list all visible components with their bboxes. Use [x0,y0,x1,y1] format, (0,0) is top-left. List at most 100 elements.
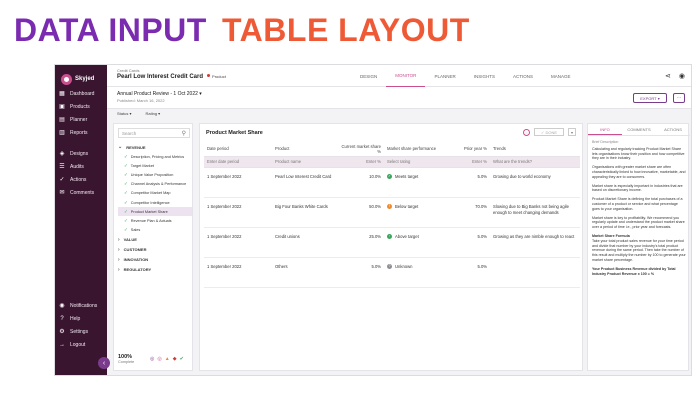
status-circle-icon[interactable]: ◌ [523,128,530,136]
export-label: EXPORT [640,95,657,101]
table-row[interactable]: 1 September 2022 Credit unions 25.0% ↑ Ab… [204,227,580,258]
logout-icon: → [59,341,65,348]
tab-comments[interactable]: COMMENTS [622,124,656,135]
sidebar-item-comments[interactable]: ✉ Comments [59,186,107,199]
cell-date: 1 September 2022 [204,227,272,258]
cell-prior: 5.0% [450,227,490,258]
tab-monitor[interactable]: MONITOR [386,65,426,87]
sidebar-item-actions[interactable]: ✓ Actions [59,173,107,186]
cell-performance: ↑ Above target [384,227,450,258]
info-paragraph: Product Market Share is defining the tot… [592,197,683,211]
check-icon: ✔ [179,356,184,362]
more-options-button[interactable]: ⋯ [673,93,685,103]
chevron-down-icon: ▾ [657,95,660,101]
sidebar-item-products[interactable]: ▣ Products [59,100,107,113]
sidebar-item-logout[interactable]: → Logout [59,338,107,351]
sidebar-item-settings[interactable]: ⚙ Settings [59,325,107,338]
done-button[interactable]: ✓ DONE [534,128,564,136]
sidebar-item-audits[interactable]: ☰ Audits [59,160,107,173]
card-title: Product Market Share [206,130,263,136]
prior-input[interactable]: Enter % [450,156,490,168]
group-innovation[interactable]: › INNOVATION [118,255,192,265]
card-menu-button[interactable]: ▾ [568,128,576,136]
section-navigator: Search ⚲ ⌄ REVENUE ✓ Description, Pricing … [113,123,193,371]
search-input[interactable]: Search ⚲ [118,128,190,138]
tab-planner[interactable]: PLANNER [425,65,464,87]
group-regulatory[interactable]: › REGULATORY [118,265,192,275]
share-input[interactable]: Enter % [338,156,384,168]
cell-prior: 5.0% [450,167,490,198]
list-item[interactable]: ✓ Description, Pricing and Metrics [118,152,192,161]
group-revenue[interactable]: ⌄ REVENUE [118,142,192,152]
table-row[interactable]: 1 September 2022 Pearl Low Interest Cred… [204,167,580,198]
group-value[interactable]: › VALUE [118,235,192,245]
market-share-table: Date period Product Current market share… [204,142,580,288]
formula-text: Take your total product sales revenue fo… [592,238,686,262]
sidebar-item-notifications[interactable]: ◉ Notifications [59,299,107,312]
date-input[interactable]: Enter date period [204,156,272,168]
sidebar-item-planner[interactable]: ▤ Planner [59,113,107,126]
list-item[interactable]: ✓ Unique Value Proposition [118,170,192,179]
rating-filter[interactable]: Rating ▾ [145,111,160,116]
list-item[interactable]: ✓ Sales [118,226,192,235]
sidebar-item-label: Settings [70,328,89,335]
rating-select[interactable]: Select rating [384,156,450,168]
cell-performance: ! Below target [384,197,450,228]
product-input[interactable]: Product name [272,156,338,168]
collapse-sidebar-button[interactable]: ‹ [98,357,110,369]
export-button[interactable]: EXPORT ▾ [633,93,667,103]
sidebar-nav-footer: ◉ Notifications ? Help ⚙ Settings → Logout [59,299,107,351]
unknown-icon: ? [387,263,392,269]
list-item[interactable]: ✓ Competitor Market Map [118,189,192,198]
sidebar-item-help[interactable]: ? Help [59,312,107,325]
below-target-icon: ! [387,203,392,209]
sidebar-item-reports[interactable]: ▥ Reports [59,126,107,139]
list-item[interactable]: ✓ Channel Analysis & Performance [118,180,192,189]
dashboard-icon: ▦ [59,91,65,97]
eye-icon[interactable]: ◉ [679,72,685,80]
brand-logo[interactable]: Skyjed [61,71,103,87]
sidebar-item-dashboard[interactable]: ▦ Dashboard [59,87,107,100]
chevron-down-icon: ▾ [158,111,161,116]
gear-icon: ⚙ [59,329,65,335]
list-item[interactable]: ✓ Revenue Plan & Actuals [118,216,192,225]
cell-performance: ✓ Meets target [384,167,450,198]
sidebar-item-label: Logout [70,341,86,348]
trends-input[interactable]: What are the trends? [490,156,580,168]
chevron-down-icon: ⌄ [118,144,123,150]
info-paragraph: Organisations with greater market share … [592,165,686,179]
tab-actions-panel[interactable]: ACTIONS [656,124,690,135]
cell-share: 25.0% [338,227,384,258]
tab-design[interactable]: DESIGN [351,65,386,87]
cell-product: Big Four Banks White Cards [272,197,338,228]
tab-insights[interactable]: INSIGHTS [465,65,504,87]
hero-title-part2: TABLE LAYOUT [222,12,470,48]
card-controls: ◌ ✓ DONE ▾ [523,128,576,136]
tab-actions[interactable]: ACTIONS [504,65,542,87]
review-selector[interactable]: Annual Product Review - 1 Oct 2022 ▾ [117,91,202,97]
check-icon: ✓ [124,190,128,196]
tab-info[interactable]: INFO [588,124,622,135]
column-header: Market share performance [384,142,450,157]
audits-icon: ☰ [59,164,65,170]
table-row[interactable]: 1 September 2022 Others 5.0% ? Unknown 5.… [204,257,580,288]
bell-icon: ◉ [59,303,65,309]
header-icons: ⋖ ◉ [665,72,685,80]
page-header: Credit Cards Pearl Low Interest Credit C… [107,65,691,87]
tab-manage[interactable]: MANAGE [542,65,580,87]
rating-filter-label: Rating [145,111,158,116]
check-icon: ✓ [124,217,128,223]
list-item[interactable]: ✓ Target Market [118,161,192,170]
table-header: Date period Product Current market share… [204,142,580,157]
status-filter[interactable]: Status ▾ [117,111,131,116]
list-item[interactable]: ✓ Competitor Intelligence [118,198,192,207]
group-customer[interactable]: › CUSTOMER [118,245,192,255]
sidebar-item-designs[interactable]: ◈ Designs [59,147,107,160]
table-row[interactable]: 1 September 2022 Big Four Banks White Ca… [204,197,580,228]
page-title-text: Pearl Low Interest Credit Card [117,74,204,80]
list-item-selected[interactable]: ✓ Product Market Share [118,207,192,217]
help-icon: ? [60,315,64,322]
chevron-down-icon: ▾ [199,91,202,97]
share-icon[interactable]: ⋖ [665,72,671,80]
breadcrumb[interactable]: Credit Cards [117,68,139,73]
